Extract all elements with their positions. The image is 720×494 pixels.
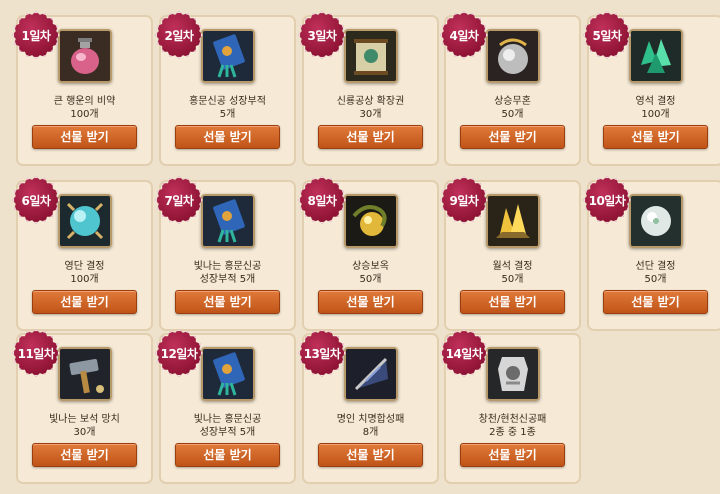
- day-badge: 6일차: [12, 176, 60, 224]
- fan-icon: [344, 347, 398, 401]
- reward-card: 명인 치명합성패 8개선물 받기 13일차: [298, 329, 439, 484]
- gold-crystal-icon: [486, 194, 540, 248]
- day-badge: 4일차: [440, 11, 488, 59]
- item-name: 선단 결정: [635, 261, 676, 272]
- item-name: 명인 치명합성패: [336, 414, 405, 425]
- item-quantity: 50개: [359, 274, 382, 285]
- reward-card: 홍문신공 성장부적 5개선물 받기 2일차: [155, 11, 296, 166]
- item-name: 영단 결정: [64, 261, 105, 272]
- claim-gift-button[interactable]: 선물 받기: [32, 443, 137, 467]
- item-quantity: 50개: [644, 274, 667, 285]
- talisman-icon: [201, 347, 255, 401]
- day-badge: 13일차: [298, 329, 346, 377]
- item-quantity: 50개: [501, 274, 524, 285]
- item-quantity: 8개: [362, 427, 379, 438]
- item-quantity: 2종 중 1종: [489, 427, 536, 438]
- item-quantity: 100개: [70, 274, 99, 285]
- item-quantity: 성장부적 5개: [199, 427, 256, 438]
- item-name: 빛나는 홍문신공: [193, 261, 262, 272]
- green-crystal-icon: [629, 29, 683, 83]
- talisman-icon: [201, 194, 255, 248]
- claim-gift-button[interactable]: 선물 받기: [460, 125, 565, 149]
- day-badge: 2일차: [155, 11, 203, 59]
- item-name: 창천/현천신공패: [478, 414, 547, 425]
- day-badge: 9일차: [440, 176, 488, 224]
- claim-gift-button[interactable]: 선물 받기: [175, 290, 280, 314]
- reward-card: 상승무혼 50개선물 받기 4일차: [440, 11, 581, 166]
- item-quantity: 30개: [359, 109, 382, 120]
- day-badge: 12일차: [155, 329, 203, 377]
- day-badge: 5일차: [583, 11, 631, 59]
- item-name: 빛나는 보석 망치: [49, 414, 120, 425]
- day-badge: 8일차: [298, 176, 346, 224]
- item-quantity: 50개: [501, 109, 524, 120]
- claim-gift-button[interactable]: 선물 받기: [318, 125, 423, 149]
- day-badge: 7일차: [155, 176, 203, 224]
- reward-card: 창천/현천신공패 2종 중 1종선물 받기 14일차: [440, 329, 581, 484]
- item-name: 월석 결정: [492, 261, 533, 272]
- claim-gift-button[interactable]: 선물 받기: [32, 125, 137, 149]
- item-name: 빛나는 홍문신공: [193, 414, 262, 425]
- talisman-icon: [201, 29, 255, 83]
- claim-gift-button[interactable]: 선물 받기: [460, 290, 565, 314]
- reward-card: 신룡공상 확장권 30개선물 받기 3일차: [298, 11, 439, 166]
- item-name: 홍문신공 성장부적: [189, 96, 266, 107]
- day-badge: 11일차: [12, 329, 60, 377]
- item-name: 상승보옥: [352, 261, 389, 272]
- reward-grid: 큰 행운의 비약 100개 선물 받기 1일차 홍문신공 성장부적 5개 선물 받기 2일차 신…: [0, 0, 720, 494]
- day-badge: 14일차: [440, 329, 488, 377]
- claim-gift-button[interactable]: 선물 받기: [460, 443, 565, 467]
- item-name: 큰 행운의 비약: [53, 96, 116, 107]
- white-orb-icon: [629, 194, 683, 248]
- reward-card: 선단 결정 50개선물 받기 10일차: [583, 176, 720, 331]
- reward-card: 월석 결정 50개선물 받기 9일차: [440, 176, 581, 331]
- item-name: 상승무혼: [494, 96, 531, 107]
- item-name: 신룡공상 확장권: [336, 96, 405, 107]
- claim-gift-button[interactable]: 선물 받기: [175, 443, 280, 467]
- hammer-icon: [58, 347, 112, 401]
- claim-gift-button[interactable]: 선물 받기: [175, 125, 280, 149]
- day-badge: 10일차: [583, 176, 631, 224]
- item-quantity: 100개: [70, 109, 99, 120]
- reward-card: 빛나는 홍문신공성장부적 5개선물 받기 12일차: [155, 329, 296, 484]
- reward-card: 큰 행운의 비약 100개선물 받기 1일차: [12, 11, 153, 166]
- teal-orb-icon: [58, 194, 112, 248]
- reward-card: 상승보옥 50개선물 받기 8일차: [298, 176, 439, 331]
- claim-gift-button[interactable]: 선물 받기: [318, 290, 423, 314]
- reward-card: 영단 결정 100개선물 받기 6일차: [12, 176, 153, 331]
- claim-gift-button[interactable]: 선물 받기: [318, 443, 423, 467]
- claim-gift-button[interactable]: 선물 받기: [603, 290, 708, 314]
- claim-gift-button[interactable]: 선물 받기: [603, 125, 708, 149]
- claim-gift-button[interactable]: 선물 받기: [32, 290, 137, 314]
- item-quantity: 성장부적 5개: [199, 274, 256, 285]
- day-badge: 3일차: [298, 11, 346, 59]
- shield-badge-icon: [486, 347, 540, 401]
- reward-card: 빛나는 홍문신공성장부적 5개선물 받기 7일차: [155, 176, 296, 331]
- reward-card: 빛나는 보석 망치 30개선물 받기 11일차: [12, 329, 153, 484]
- item-quantity: 5개: [219, 109, 236, 120]
- reward-card: 영석 결정 100개선물 받기 5일차: [583, 11, 720, 166]
- gold-dragon-icon: [344, 194, 398, 248]
- item-name: 영석 결정: [635, 96, 676, 107]
- spirit-orb-icon: [486, 29, 540, 83]
- item-quantity: 30개: [73, 427, 96, 438]
- item-quantity: 100개: [641, 109, 670, 120]
- scroll-icon: [344, 29, 398, 83]
- potion-icon: [58, 29, 112, 83]
- day-badge: 1일차: [12, 11, 60, 59]
